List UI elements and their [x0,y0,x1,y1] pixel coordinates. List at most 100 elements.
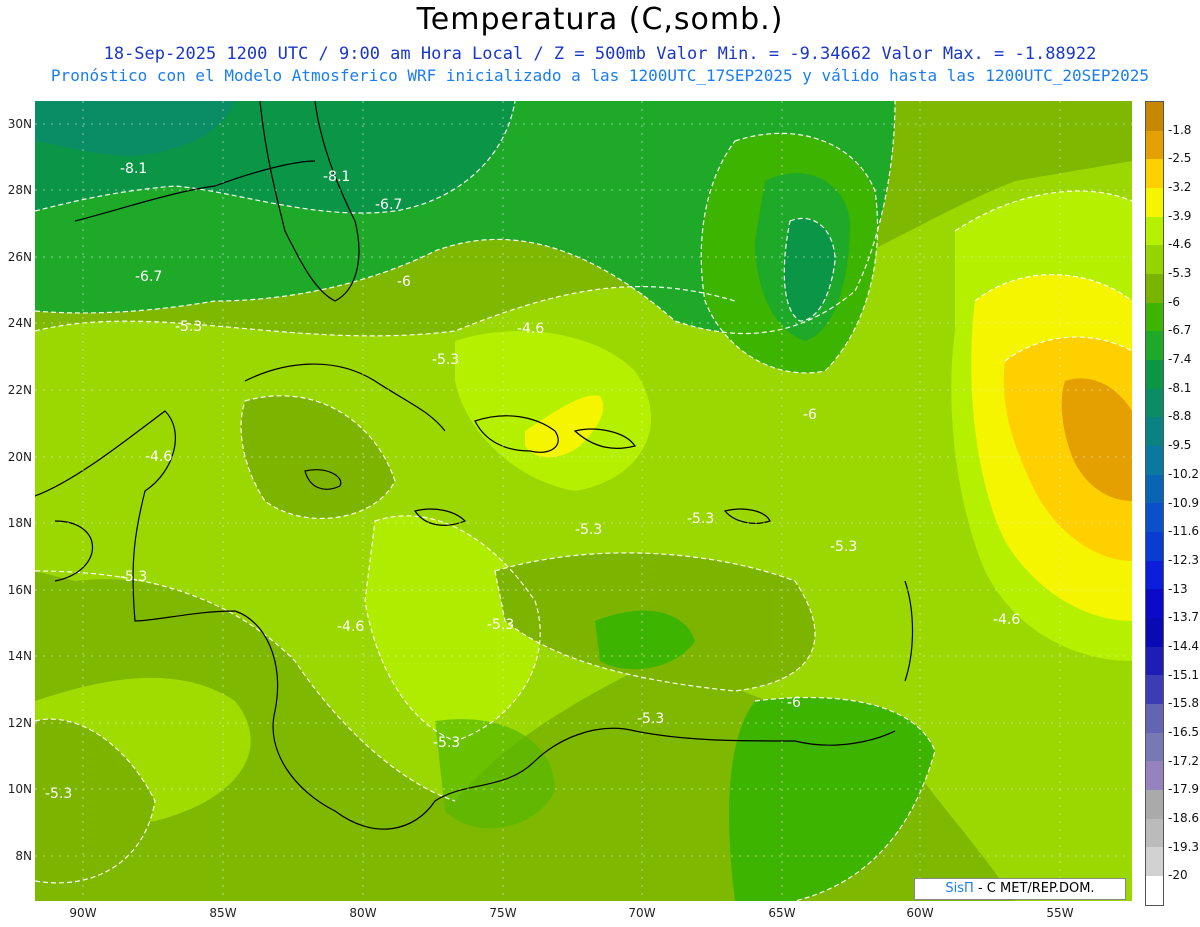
contour-label: -4.6 [337,619,364,635]
colorbar-cell [1146,417,1163,447]
colorbar [1145,101,1164,906]
lat-label: 24N [7,316,32,330]
colorbar-cell [1146,532,1163,561]
colorbar-label: -17.9 [1168,782,1200,797]
lat-label: 16N [7,583,32,597]
colorbar-cell [1146,331,1163,361]
colorbar-cell [1146,876,1163,905]
colorbar-cell [1146,188,1163,217]
credit-logo-text: SisΠ [945,881,974,896]
lon-label: 80W [349,906,377,920]
contour-label: -5.3 [830,539,857,555]
contour-label: -6 [803,407,817,423]
colorbar-cell [1146,675,1163,705]
colorbar-cell [1146,446,1163,475]
lat-label: 30N [7,117,32,131]
colorbar-label: -6 [1168,294,1180,309]
lon-label: 65W [768,906,796,920]
temperature-field: -8.1 -8.1 -6.7 -6.7 -6 -5.3 -4.6 -5.3 -6… [35,101,1132,901]
colorbar-cell [1146,818,1163,848]
colorbar-cell [1146,732,1163,762]
colorbar-label: -15.8 [1168,696,1200,711]
contour-label: -5.3 [687,511,714,527]
colorbar-cell [1146,618,1163,647]
colorbar-label: -10.2 [1168,466,1200,481]
lat-label: 10N [7,782,32,796]
colorbar-cell [1146,790,1163,819]
contour-label: -5.3 [120,569,147,585]
colorbar-label: -18.6 [1168,810,1200,825]
colorbar-label: -19.3 [1168,839,1200,854]
colorbar-cell [1146,503,1163,533]
map-subtitle-valid-time: 18-Sep-2025 1200 UTC / 9:00 am Hora Loca… [103,44,1097,64]
colorbar-cell [1146,216,1163,246]
colorbar-cell [1146,302,1163,332]
colorbar-label: -5.3 [1168,266,1192,281]
colorbar-cell [1146,388,1163,418]
contour-label: -5.3 [175,319,202,335]
credit-text: - C MET/REP.DOM. [977,881,1095,896]
contour-label: -5.3 [45,786,72,802]
colorbar-cell [1146,360,1163,389]
lat-label: 14N [7,649,32,663]
colorbar-label: -20 [1168,868,1188,883]
lat-label: 22N [7,383,32,397]
colorbar-cell [1146,560,1163,590]
lat-label: 20N [7,450,32,464]
lon-label: 55W [1046,906,1074,920]
colorbar-cell [1146,274,1163,303]
contour-label: -8.1 [120,161,147,177]
contour-label: -6 [787,695,801,711]
colorbar-label: -13.7 [1168,610,1200,625]
colorbar-label: -2.5 [1168,151,1192,166]
contour-label: -5.3 [637,711,664,727]
lon-label: 60W [906,906,934,920]
contour-label: -4.6 [517,321,544,337]
contour-label: -5.3 [432,352,459,368]
colorbar-cell [1146,704,1163,733]
colorbar-label: -15.1 [1168,667,1200,682]
temperature-map[interactable]: -8.1 -8.1 -6.7 -6.7 -6 -5.3 -4.6 -5.3 -6… [35,101,1132,901]
contour-label: -6.7 [135,269,162,285]
colorbar-label: -16.5 [1168,724,1200,739]
colorbar-cell [1146,102,1163,131]
map-title: Temperatura (C,somb.) [416,2,784,37]
lon-label: 75W [489,906,517,920]
colorbar-cell [1146,159,1163,189]
contour-label: -4.6 [145,449,172,465]
lat-label: 12N [7,716,32,730]
colorbar-label: -8.8 [1168,409,1192,424]
colorbar-cell [1146,847,1163,877]
contour-label: -6 [397,274,411,290]
contour-label: -8.1 [323,169,350,185]
contour-label: -6.7 [375,197,402,213]
colorbar-cell [1146,646,1163,676]
colorbar-label: -1.8 [1168,122,1192,137]
colorbar-cell [1146,245,1163,275]
colorbar-label: -7.4 [1168,352,1192,367]
colorbar-label: -9.5 [1168,438,1192,453]
lat-label: 28N [7,183,32,197]
contour-label: -5.3 [575,522,602,538]
colorbar-label: -12.3 [1168,552,1200,567]
credit-box: SisΠ - C MET/REP.DOM. [914,878,1126,900]
colorbar-label: -17.2 [1168,753,1200,768]
lat-label: 26N [7,250,32,264]
colorbar-cell [1146,130,1163,160]
colorbar-label: -3.2 [1168,180,1192,195]
colorbar-label: -8.1 [1168,380,1192,395]
colorbar-label: -11.6 [1168,524,1200,539]
colorbar-label: -13 [1168,581,1188,596]
colorbar-label: -4.6 [1168,237,1192,252]
lon-label: 90W [69,906,97,920]
colorbar-label: -3.9 [1168,208,1192,223]
contour-label: -4.6 [993,612,1020,628]
colorbar-label: -10.9 [1168,495,1200,510]
lat-label: 18N [7,516,32,530]
contour-label: -5.3 [433,735,460,751]
colorbar-cell [1146,589,1163,619]
colorbar-cell [1146,761,1163,791]
lon-label: 70W [628,906,656,920]
colorbar-label: -6.7 [1168,323,1192,338]
colorbar-cell [1146,474,1163,504]
